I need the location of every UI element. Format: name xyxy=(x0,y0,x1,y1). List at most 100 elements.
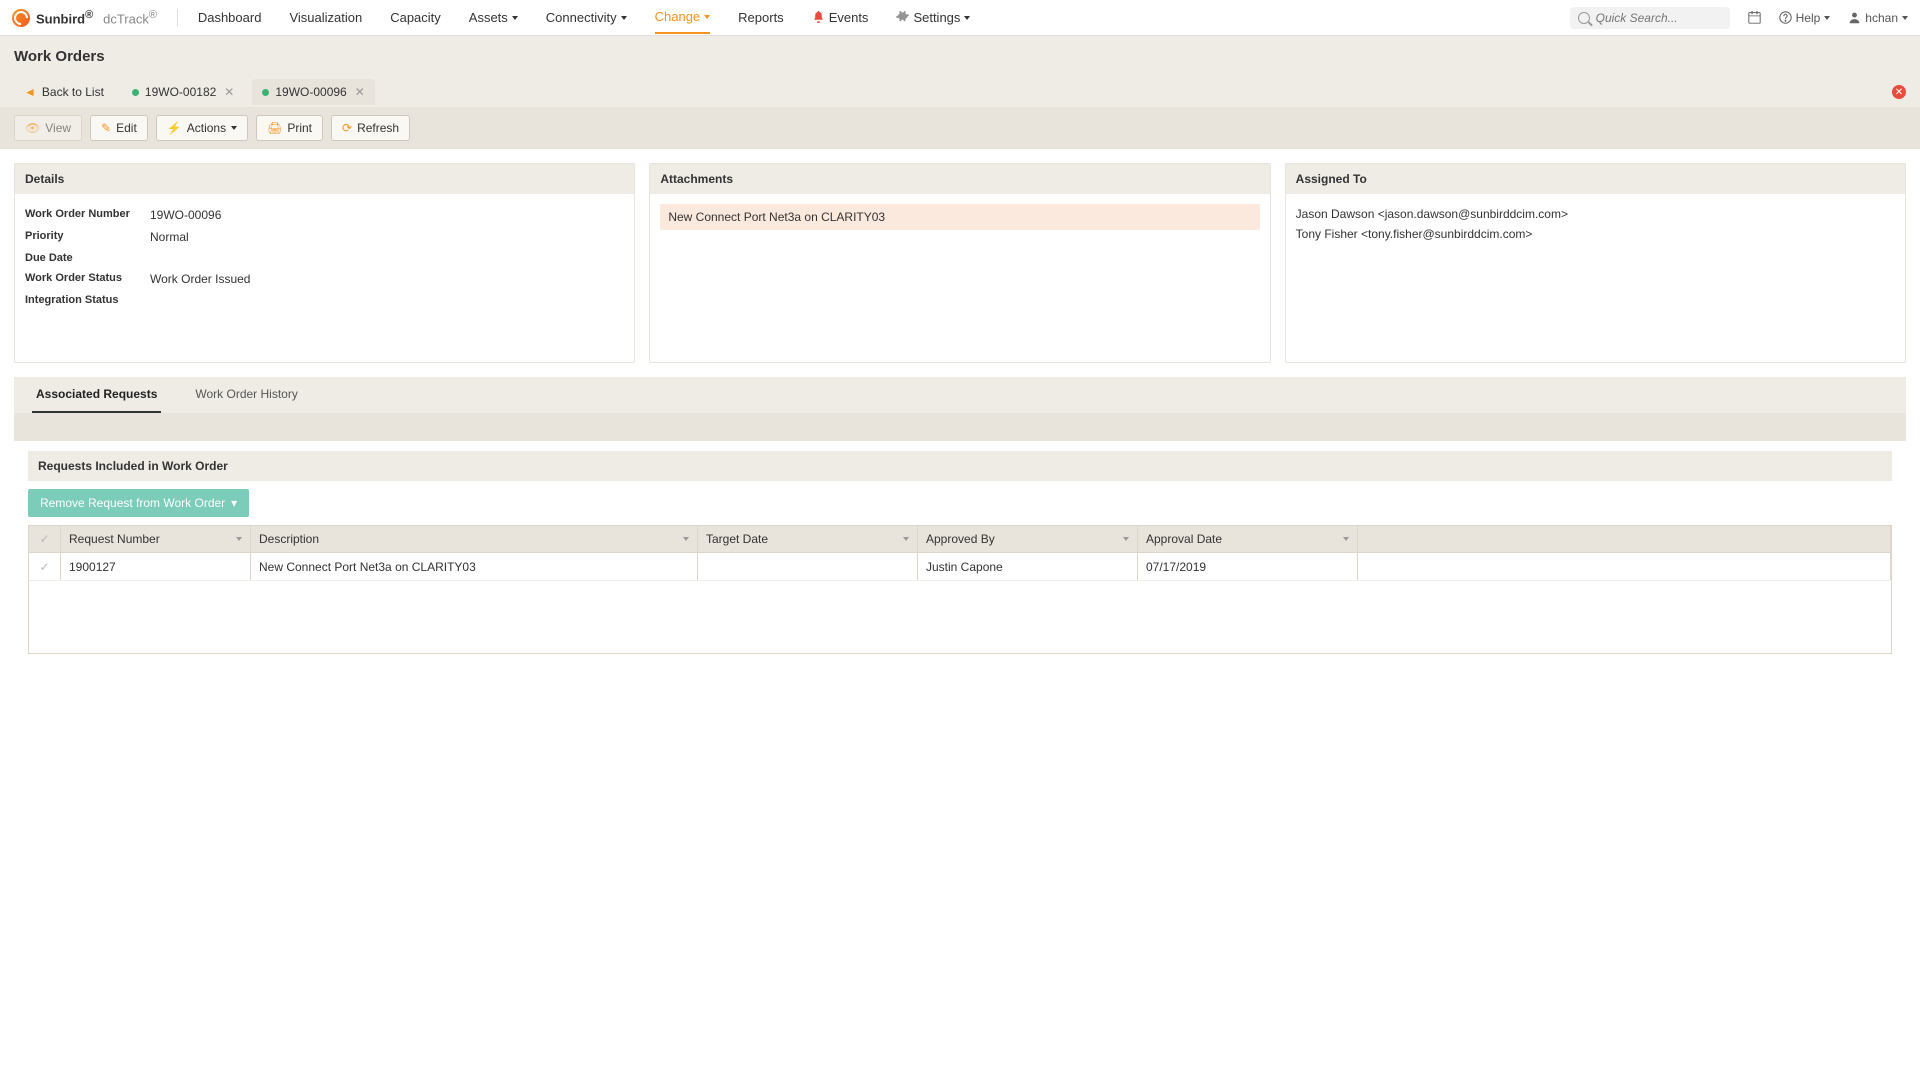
nav-dashboard[interactable]: Dashboard xyxy=(198,2,262,33)
chevron-down-icon xyxy=(231,126,237,130)
user-menu[interactable]: hchan xyxy=(1848,11,1908,25)
close-icon[interactable]: ✕ xyxy=(355,85,365,99)
print-icon: 🖨 xyxy=(267,121,282,135)
assignee-row: Jason Dawson <jason.dawson@sunbirddcim.c… xyxy=(1296,204,1895,224)
requests-panel-header: Requests Included in Work Order xyxy=(28,451,1892,481)
back-to-list-link[interactable]: ◄ Back to List xyxy=(14,77,114,107)
search-icon xyxy=(1578,12,1590,24)
chevron-down-icon[interactable] xyxy=(683,537,689,541)
details-panel: Details Work Order Number19WO-00096 Prio… xyxy=(14,163,635,363)
grid-header-row: ✓ Request Number Description Target Date… xyxy=(29,526,1891,553)
back-label: Back to List xyxy=(42,85,104,99)
chevron-down-icon[interactable] xyxy=(1343,537,1349,541)
value-wo-status: Work Order Issued xyxy=(150,272,250,286)
col-header-approval-date[interactable]: Approval Date xyxy=(1138,526,1358,552)
cell-approval-date: 07/17/2019 xyxy=(1138,553,1358,580)
bell-icon xyxy=(812,10,825,26)
refresh-button[interactable]: ⟳Refresh xyxy=(331,115,410,141)
assigned-to-panel-header: Assigned To xyxy=(1286,164,1905,194)
nav-visualization[interactable]: Visualization xyxy=(289,2,362,33)
attachments-panel: Attachments New Connect Port Net3a on CL… xyxy=(649,163,1270,363)
close-all-tabs-button[interactable]: ✕ xyxy=(1892,85,1906,99)
back-arrow-icon: ◄ xyxy=(24,85,36,99)
pencil-icon: ✎ xyxy=(101,121,111,135)
chevron-down-icon xyxy=(704,15,710,19)
refresh-icon: ⟳ xyxy=(342,121,352,135)
edit-button[interactable]: ✎Edit xyxy=(90,115,148,141)
remove-request-button[interactable]: Remove Request from Work Order ▾ xyxy=(28,489,249,517)
label-due-date: Due Date xyxy=(25,252,150,264)
main-content: Details Work Order Number19WO-00096 Prio… xyxy=(0,149,1920,682)
page-title: Work Orders xyxy=(14,48,1906,65)
chevron-down-icon[interactable] xyxy=(1123,537,1129,541)
nav-capacity[interactable]: Capacity xyxy=(390,2,441,33)
brand-name: Sunbird® xyxy=(36,9,93,26)
requests-panel: Requests Included in Work Order Remove R… xyxy=(18,441,1902,664)
row-select-cell[interactable]: ✓ xyxy=(29,553,61,580)
nav-items: Dashboard Visualization Capacity Assets … xyxy=(198,1,1570,34)
chevron-down-icon xyxy=(964,16,970,20)
chevron-down-icon[interactable] xyxy=(236,537,242,541)
nav-change[interactable]: Change xyxy=(655,1,711,34)
check-icon: ✓ xyxy=(39,532,49,546)
print-button[interactable]: 🖨Print xyxy=(256,115,323,141)
top-nav: Sunbird® dcTrack® Dashboard Visualizatio… xyxy=(0,0,1920,36)
help-menu[interactable]: Help xyxy=(1779,11,1831,25)
sunbird-logo-icon xyxy=(12,9,30,27)
view-button[interactable]: 👁View xyxy=(14,115,82,141)
grid-body: ✓ 1900127 New Connect Port Net3a on CLAR… xyxy=(29,553,1891,653)
nav-settings[interactable]: Settings xyxy=(896,2,970,34)
calendar-button[interactable] xyxy=(1748,11,1761,24)
record-tab-0[interactable]: 19WO-00182 ✕ xyxy=(122,79,244,105)
table-row[interactable]: ✓ 1900127 New Connect Port Net3a on CLAR… xyxy=(29,553,1891,581)
attachments-panel-body: New Connect Port Net3a on CLARITY03 xyxy=(650,194,1269,240)
col-header-target-date[interactable]: Target Date xyxy=(698,526,918,552)
close-icon[interactable]: ✕ xyxy=(224,85,234,99)
product-name: dcTrack® xyxy=(103,9,157,26)
assigned-to-panel: Assigned To Jason Dawson <jason.dawson@s… xyxy=(1285,163,1906,363)
label-wo-number: Work Order Number xyxy=(25,208,150,222)
search-input[interactable] xyxy=(1596,11,1716,25)
tab-work-order-history[interactable]: Work Order History xyxy=(191,377,301,413)
status-dot-icon xyxy=(132,89,139,96)
status-dot-icon xyxy=(262,89,269,96)
requests-grid: ✓ Request Number Description Target Date… xyxy=(28,525,1892,654)
record-tab-1[interactable]: 19WO-00096 ✕ xyxy=(252,79,374,105)
col-header-description[interactable]: Description xyxy=(251,526,698,552)
chevron-down-icon xyxy=(621,16,627,20)
chevron-down-icon: ▾ xyxy=(231,496,237,510)
search-box[interactable] xyxy=(1570,7,1730,29)
chevron-down-icon xyxy=(1824,16,1830,20)
tab-associated-requests[interactable]: Associated Requests xyxy=(32,377,161,413)
cell-approved-by: Justin Capone xyxy=(918,553,1138,580)
col-header-request-number[interactable]: Request Number xyxy=(61,526,251,552)
cell-target-date xyxy=(698,553,918,580)
details-panel-body: Work Order Number19WO-00096 PriorityNorm… xyxy=(15,194,634,320)
nav-connectivity[interactable]: Connectivity xyxy=(546,2,627,33)
tab-label: 19WO-00182 xyxy=(145,85,216,99)
actions-button[interactable]: ⚡Actions xyxy=(156,115,248,141)
value-wo-number: 19WO-00096 xyxy=(150,208,221,222)
col-header-select[interactable]: ✓ xyxy=(29,526,61,552)
attachment-item[interactable]: New Connect Port Net3a on CLARITY03 xyxy=(660,204,1259,230)
label-wo-status: Work Order Status xyxy=(25,272,150,286)
gear-icon xyxy=(896,10,909,26)
chevron-down-icon xyxy=(512,16,518,20)
assignee-row: Tony Fisher <tony.fisher@sunbirddcim.com… xyxy=(1296,224,1895,244)
col-header-approved-by[interactable]: Approved By xyxy=(918,526,1138,552)
record-toolbar: 👁View ✎Edit ⚡Actions 🖨Print ⟳Refresh xyxy=(0,107,1920,149)
label-integration-status: Integration Status xyxy=(25,294,150,306)
tab-label: 19WO-00096 xyxy=(275,85,346,99)
panels-row: Details Work Order Number19WO-00096 Prio… xyxy=(14,163,1906,363)
attachments-panel-header: Attachments xyxy=(650,164,1269,194)
brand-logo-group: Sunbird® dcTrack® xyxy=(12,9,178,27)
col-header-filler xyxy=(1358,526,1891,552)
cell-request-number: 1900127 xyxy=(61,553,251,580)
chevron-down-icon[interactable] xyxy=(903,537,909,541)
details-panel-header: Details xyxy=(15,164,634,194)
cell-description: New Connect Port Net3a on CLARITY03 xyxy=(251,553,698,580)
nav-assets[interactable]: Assets xyxy=(469,2,518,33)
nav-events[interactable]: Events xyxy=(812,2,869,34)
nav-reports[interactable]: Reports xyxy=(738,2,784,33)
eye-icon: 👁 xyxy=(25,121,40,135)
